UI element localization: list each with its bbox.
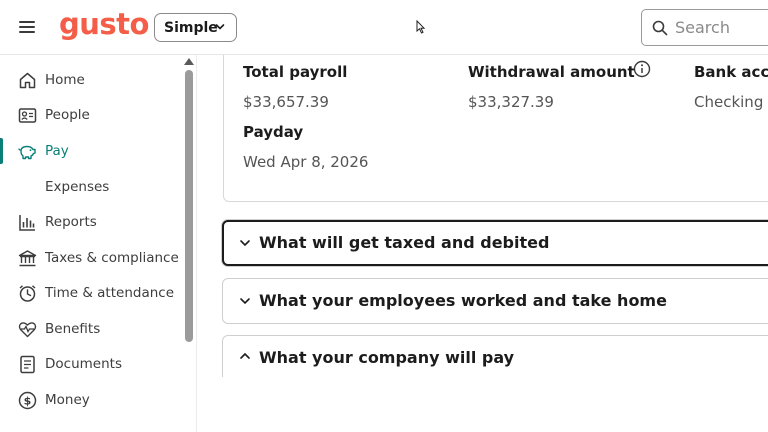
document-icon	[20, 355, 35, 374]
gusto-logo[interactable]: gusto	[59, 7, 149, 41]
chevron-down-icon	[215, 24, 225, 30]
sidebar-item-taxes-compliance[interactable]: Taxes & compliance	[0, 242, 183, 274]
total-payroll-value: $33,657.39	[243, 93, 329, 111]
clock-icon	[19, 285, 36, 302]
sidebar-item-label: Money	[45, 392, 90, 408]
withdrawal-amount-value: $33,327.39	[468, 93, 554, 111]
menu-icon[interactable]	[19, 20, 37, 34]
bar-chart-icon	[19, 215, 35, 231]
sidebar-item-money[interactable]: $ Money	[0, 384, 183, 416]
heart-pulse-icon	[18, 322, 37, 338]
piggy-bank-icon	[18, 145, 36, 160]
sidebar-item-label: Expenses	[45, 179, 110, 195]
main-content: Total payroll $33,657.39 Withdrawal amou…	[198, 55, 768, 432]
mode-select-value: Simple	[164, 19, 218, 36]
scroll-up-arrow[interactable]	[184, 58, 194, 65]
withdrawal-amount-label: Withdrawal amount	[468, 63, 635, 81]
payday-value: Wed Apr 8, 2026	[243, 153, 369, 171]
bank-icon	[18, 250, 37, 267]
chevron-up-icon	[240, 352, 250, 359]
search-placeholder: Search	[675, 18, 730, 37]
accordion-company-pay[interactable]: What your company will pay	[222, 335, 768, 377]
sidebar-item-people[interactable]: People	[0, 99, 183, 131]
dollar-circle-icon: $	[18, 391, 37, 410]
search-input[interactable]: Search	[641, 9, 768, 46]
sidebar-item-pay[interactable]: Pay	[0, 135, 183, 167]
sidebar-item-documents[interactable]: Documents	[0, 348, 183, 380]
home-icon	[19, 72, 36, 89]
payroll-summary-card: Total payroll $33,657.39 Withdrawal amou…	[223, 55, 768, 202]
total-payroll-label: Total payroll	[243, 63, 348, 81]
accordion-title: What your employees worked and take home	[259, 291, 667, 310]
sidebar-item-label: Documents	[45, 356, 122, 372]
chevron-down-icon	[240, 298, 250, 305]
sidebar-item-label: Home	[45, 72, 85, 88]
accordion-taxed-debited[interactable]: What will get taxed and debited	[222, 220, 768, 266]
sidebar-item-label: Taxes & compliance	[45, 250, 179, 266]
payday-label: Payday	[243, 123, 304, 141]
search-icon	[652, 20, 668, 36]
mouse-cursor-icon	[416, 20, 425, 34]
bank-account-label: Bank acco	[694, 63, 768, 81]
accordion-title: What will get taxed and debited	[259, 233, 550, 252]
sidebar-item-label: Time & attendance	[45, 285, 174, 301]
svg-text:$: $	[24, 395, 32, 408]
mode-select[interactable]: Simple	[154, 13, 237, 42]
sidebar-item-label: Benefits	[45, 321, 101, 337]
info-icon[interactable]	[633, 60, 651, 78]
top-header: gusto Simple Search	[0, 0, 768, 55]
sidebar-item-label: Reports	[45, 214, 97, 230]
sidebar: Home People Pay Expenses Reports Taxes &…	[0, 55, 197, 432]
sidebar-item-home[interactable]: Home	[0, 64, 183, 96]
sidebar-item-reports[interactable]: Reports	[0, 206, 183, 238]
sidebar-item-benefits[interactable]: Benefits	[0, 313, 183, 345]
sidebar-item-label: Pay	[45, 143, 69, 159]
active-indicator	[0, 138, 3, 164]
sidebar-scrollbar[interactable]	[185, 70, 193, 342]
sidebar-item-expenses[interactable]: Expenses	[0, 171, 183, 203]
chevron-down-icon	[240, 240, 250, 247]
sidebar-item-label: People	[45, 107, 90, 123]
accordion-employees-worked[interactable]: What your employees worked and take home	[222, 278, 768, 324]
bank-account-value: Checking	[694, 93, 764, 111]
people-icon	[18, 108, 37, 123]
accordion-title: What your company will pay	[259, 348, 515, 367]
sidebar-item-time-attendance[interactable]: Time & attendance	[0, 277, 183, 309]
